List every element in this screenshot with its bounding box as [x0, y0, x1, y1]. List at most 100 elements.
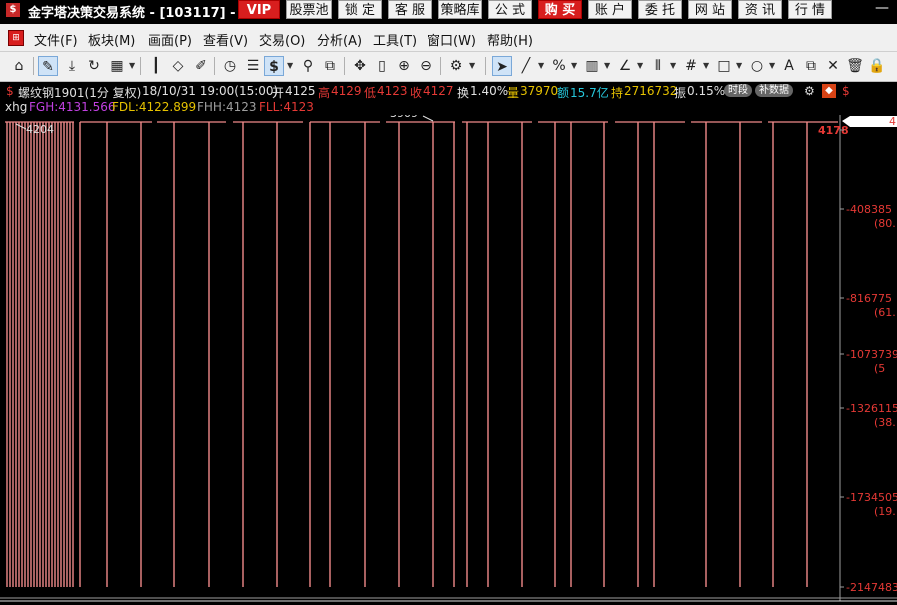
fll-value: FLL:4123	[259, 100, 314, 114]
home-icon[interactable]: ⌂	[9, 56, 29, 76]
stock-pool-button[interactable]: 股票池	[286, 0, 332, 19]
ruler-icon[interactable]: ▥	[582, 56, 602, 76]
y-axis-value: -1073739	[846, 348, 897, 361]
ruler-dropdown-icon[interactable]: ▼	[604, 56, 610, 76]
percent-dropdown-icon[interactable]: ▼	[571, 56, 577, 76]
gear-icon[interactable]: ⚙	[446, 56, 466, 76]
vip-button[interactable]: VIP	[238, 0, 280, 19]
news-button[interactable]: 资 讯	[738, 0, 782, 19]
list-icon[interactable]: ☰	[243, 56, 263, 76]
zoom-out-icon[interactable]: ⊖	[416, 56, 436, 76]
quotes-button[interactable]: 行 情	[788, 0, 832, 19]
minimize-button[interactable]: —	[875, 0, 889, 16]
hash-dropdown-icon[interactable]: ▼	[703, 56, 709, 76]
menu-window[interactable]: 窗口(W)	[427, 30, 476, 49]
fdl-value: FDL:4122.899	[112, 100, 197, 114]
strategy-library-button[interactable]: 策略库	[438, 0, 482, 19]
parallel-dropdown-icon[interactable]: ▼	[670, 56, 676, 76]
menu-file[interactable]: 文件(F)	[34, 30, 78, 49]
diamond-icon[interactable]: ◇	[168, 56, 188, 76]
amplitude-value: 0.15%	[687, 84, 726, 98]
trash-icon[interactable]: 🗑	[845, 56, 865, 76]
symbol-dollar-icon: $	[6, 84, 14, 98]
hold-label: 持	[611, 86, 624, 100]
filter-icon[interactable]: ⚲	[298, 56, 318, 76]
dollar-dropdown-icon[interactable]: ▼	[287, 56, 293, 76]
refresh-dollar-icon[interactable]: ↻	[84, 56, 104, 76]
hash-icon[interactable]: #	[681, 56, 701, 76]
buy-button[interactable]: 购 买	[538, 0, 582, 19]
price-marker-label: 4	[889, 115, 896, 128]
y-axis-value: -2147483	[846, 581, 897, 594]
lock-button[interactable]: 锁 定	[338, 0, 382, 19]
gear-dropdown-icon[interactable]: ▼	[469, 56, 475, 76]
parallel-icon[interactable]: ⫴	[648, 56, 668, 76]
grid-dropdown-icon[interactable]: ▼	[129, 56, 135, 76]
period-button[interactable]: 时段	[724, 84, 752, 97]
y-axis-subvalue: (5	[874, 362, 885, 375]
entrust-button[interactable]: 委 托	[638, 0, 682, 19]
menu-view[interactable]: 查看(V)	[203, 30, 248, 49]
formula-button[interactable]: 公 式	[488, 0, 532, 19]
volume-label: 量	[507, 86, 520, 100]
bracket-icon[interactable]: ⧉	[320, 56, 340, 76]
column-icon[interactable]: ▯	[372, 56, 392, 76]
menu-view-layout[interactable]: 画面(P)	[148, 30, 192, 49]
turnover-value: 1.40%	[470, 84, 509, 98]
lock-icon[interactable]: 🔒	[867, 56, 887, 76]
menu-help[interactable]: 帮助(H)	[487, 30, 533, 49]
angle-icon[interactable]: ∠	[615, 56, 635, 76]
menu-bar: ⊞ 文件(F) 板块(M) 画面(P) 查看(V) 交易(O) 分析(A) 工具…	[0, 24, 897, 52]
rectangle-icon[interactable]: □	[714, 56, 734, 76]
amplitude-label: 振	[674, 86, 687, 100]
indicator-name: xhg	[5, 100, 28, 114]
warning-icon[interactable]: ◆	[822, 84, 836, 98]
volume-value: 37970	[520, 84, 559, 98]
text-icon[interactable]: A	[779, 56, 799, 76]
y-axis-value: -1326115	[846, 402, 897, 415]
candlestick-icon[interactable]: ┃	[146, 56, 166, 76]
supplement-data-button[interactable]: 补数据	[755, 84, 793, 97]
amount-label: 额	[557, 86, 570, 100]
y-axis-value: -1734505	[846, 491, 897, 504]
rectangle-dropdown-icon[interactable]: ▼	[736, 56, 742, 76]
gear-icon[interactable]: ⚙	[804, 84, 815, 98]
menu-sector[interactable]: 板块(M)	[88, 30, 135, 49]
angle-dropdown-icon[interactable]: ▼	[637, 56, 643, 76]
menu-analysis[interactable]: 分析(A)	[317, 30, 362, 49]
close-icon[interactable]: ✕	[823, 56, 843, 76]
indicator-bar: xhg FGH:4131.566 FDL:4122.899 FHH:4123 F…	[0, 100, 897, 115]
website-button[interactable]: 网 站	[688, 0, 732, 19]
menu-tools[interactable]: 工具(T)	[373, 30, 417, 49]
download-icon[interactable]: ⤓	[62, 56, 82, 76]
open-label: 开	[272, 86, 285, 100]
copy-icon[interactable]: ⧉	[801, 56, 821, 76]
account-button[interactable]: 账 户	[588, 0, 632, 19]
top-annotation: 3909	[390, 115, 418, 120]
symbol-label: 螺纹钢1901(1分 复权)	[18, 86, 142, 100]
percent-icon[interactable]: %	[549, 56, 569, 76]
high-label: 高	[318, 86, 331, 100]
ellipse-dropdown-icon[interactable]: ▼	[769, 56, 775, 76]
y-axis-value: -408385	[846, 203, 892, 216]
customer-service-button[interactable]: 客 服	[388, 0, 432, 19]
cursor-icon[interactable]: ➤	[492, 56, 512, 76]
app-icon: $	[6, 3, 20, 17]
grid-icon[interactable]: ▦	[107, 56, 127, 76]
ellipse-icon[interactable]: ○	[747, 56, 767, 76]
play-circle-icon[interactable]: ◷	[220, 56, 240, 76]
hold-value: 2716732	[624, 84, 678, 98]
menu-trade[interactable]: 交易(O)	[259, 30, 305, 49]
line-dropdown-icon[interactable]: ▼	[538, 56, 544, 76]
price-chart[interactable]: 4178 -408385(80. -816775(61. -1073739(5 -132…	[0, 115, 897, 605]
y-axis-subvalue: (38.	[874, 416, 896, 429]
zoom-in-icon[interactable]: ⊕	[394, 56, 414, 76]
document-menu-icon[interactable]: ⊞	[8, 30, 24, 46]
right-price-marker[interactable]: 4	[842, 115, 897, 128]
datetime-label: 18/10/31 19:00(15:00)	[142, 84, 279, 98]
edit-icon[interactable]: ✐	[191, 56, 211, 76]
pencil-link-icon[interactable]: ✎	[38, 56, 58, 76]
dollar-icon[interactable]: $	[264, 56, 284, 76]
move-icon[interactable]: ✥	[350, 56, 370, 76]
line-icon[interactable]: ╱	[516, 56, 536, 76]
